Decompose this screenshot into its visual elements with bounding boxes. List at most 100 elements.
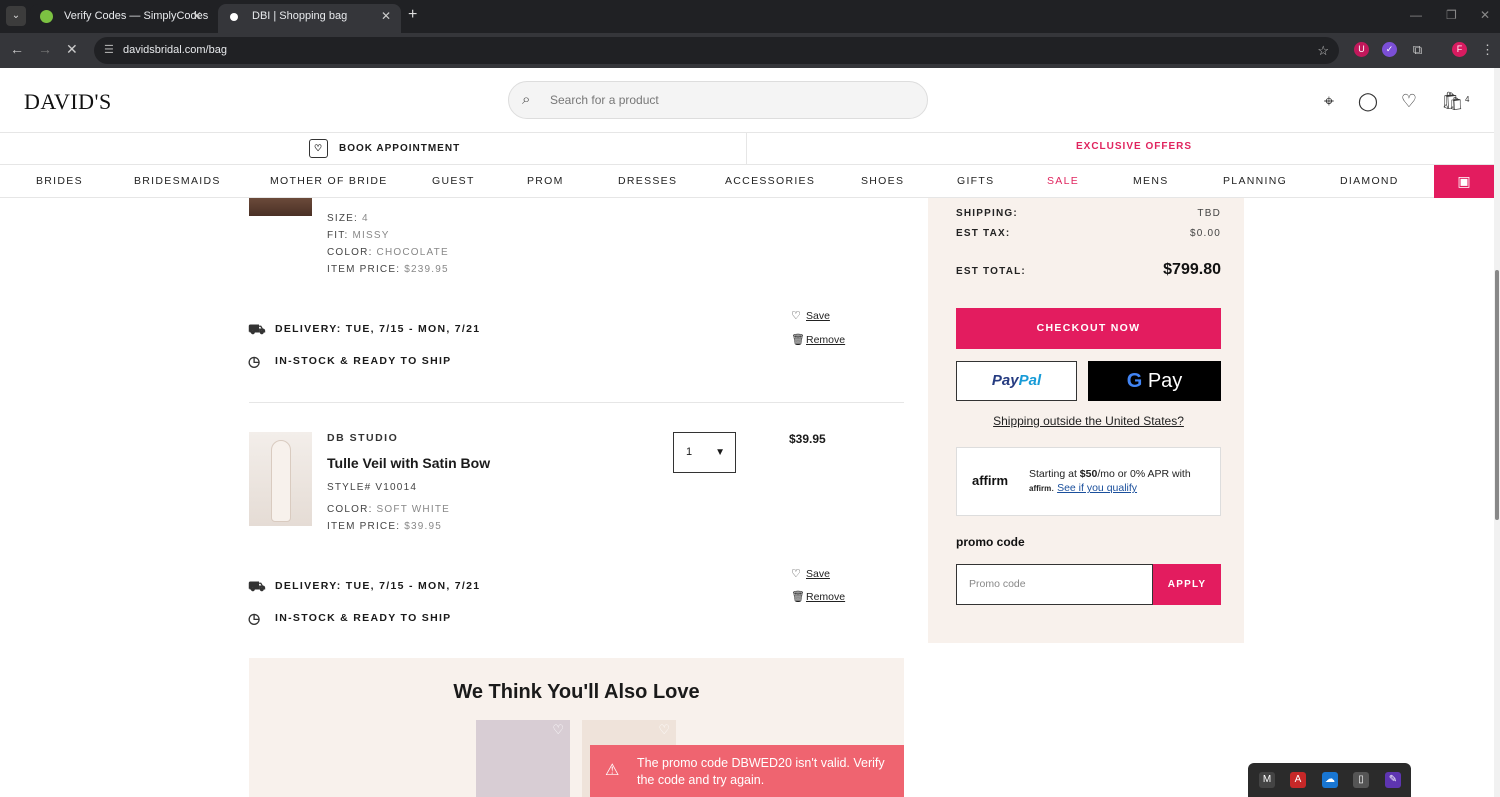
wishlist-heart-icon[interactable]: ♡ (552, 722, 564, 738)
nav-brides[interactable]: BRIDES (36, 175, 83, 187)
item2-name[interactable]: Tulle Veil with Satin Bow (327, 455, 490, 471)
new-tab-button[interactable]: + (408, 6, 417, 24)
promo-subbar: ♡ BOOK APPOINTMENT EXCLUSIVE OFFERS (0, 133, 1497, 165)
main-nav: BRIDES BRIDESMAIDS MOTHER OF BRIDE GUEST… (0, 165, 1497, 198)
nav-sale[interactable]: SALE (1047, 175, 1079, 187)
app-usb-icon[interactable]: ▯ (1353, 772, 1369, 788)
search-input[interactable]: ⌕ Search for a product (508, 81, 928, 119)
toast-message: The promo code DBWED20 isn't valid. Veri… (637, 756, 885, 787)
scrollbar-thumb[interactable] (1495, 270, 1499, 520)
back-icon[interactable]: ← (10, 41, 24, 57)
tab-title: DBI | Shopping bag (252, 10, 348, 22)
tax-row: EST TAX: $0.00 (956, 228, 1221, 239)
appointment-calendar-button[interactable]: ▣ (1434, 165, 1494, 198)
shipping-outside-us-link[interactable]: Shipping outside the United States? (956, 414, 1221, 428)
nav-prom[interactable]: PROM (527, 175, 564, 187)
app-cloud-icon[interactable]: ☁ (1322, 772, 1338, 788)
nav-bridesmaids[interactable]: BRIDESMAIDS (134, 175, 221, 187)
google-pay-button[interactable]: G Pay (1088, 361, 1221, 401)
browser-menu-icon[interactable]: ⋮ (1480, 42, 1495, 57)
shopping-bag-icon[interactable]: 🛍 (1441, 90, 1464, 112)
minimize-icon[interactable]: — (1410, 8, 1422, 22)
item1-fit: FIT: MISSY (327, 230, 390, 241)
checkout-now-button[interactable]: CHECKOUT NOW (956, 308, 1221, 349)
delivery-truck-icon: ⛟ (248, 578, 267, 594)
url-text: davidsbridal.com/bag (123, 44, 227, 56)
delivery-truck-icon: ⛟ (248, 321, 267, 337)
nav-guest[interactable]: GUEST (432, 175, 475, 187)
item2-price: ITEM PRICE: $39.95 (327, 521, 442, 532)
item1-stock-status: ◷ IN-STOCK & READY TO SHIP (248, 353, 452, 369)
wishlist-heart-icon[interactable]: ♡ (1398, 90, 1420, 112)
promo-code-input[interactable]: Promo code (956, 564, 1153, 605)
item-divider (249, 402, 904, 403)
affirm-box: affirm Starting at $50/mo or 0% APR with… (956, 447, 1221, 516)
quantity-select[interactable]: 1 ▼ (673, 432, 736, 473)
item1-color: COLOR: CHOCOLATE (327, 247, 449, 258)
calendar-icon: ♡ (309, 139, 328, 158)
recommendations-title: We Think You'll Also Love (453, 681, 700, 703)
app-m-icon[interactable]: M (1259, 772, 1275, 788)
nav-shoes[interactable]: SHOES (861, 175, 904, 187)
exclusive-offers-link[interactable]: EXCLUSIVE OFFERS (1076, 141, 1192, 152)
app-pen-icon[interactable]: ✎ (1385, 772, 1401, 788)
item1-save-button[interactable]: ♡ Save (791, 309, 830, 323)
extension-shield-icon[interactable]: U (1354, 42, 1369, 57)
nav-mother-of-bride[interactable]: MOTHER OF BRIDE (270, 175, 388, 187)
site-info-icon[interactable]: ☰ (104, 37, 114, 64)
extensions-puzzle-icon[interactable]: ⧉ (1410, 42, 1425, 57)
tab-search-button[interactable]: ⌄ (6, 6, 26, 26)
tab-shopping-bag[interactable]: DBI | Shopping bag ✕ (218, 4, 401, 33)
taskbar-tray: M A ☁ ▯ ✎ (1248, 763, 1411, 797)
item2-brand: DB STUDIO (327, 432, 399, 444)
book-appointment-label: BOOK APPOINTMENT (339, 143, 461, 154)
nav-diamond[interactable]: DIAMOND (1340, 175, 1399, 187)
bag-count-badge: 4 (1465, 95, 1470, 104)
forward-icon[interactable]: → (38, 41, 52, 57)
nav-dresses[interactable]: DRESSES (618, 175, 677, 187)
stop-loading-icon[interactable]: ✕ (66, 41, 78, 58)
profile-avatar[interactable]: F (1452, 42, 1467, 57)
close-tab-icon[interactable]: ✕ (192, 4, 202, 29)
affirm-qualify-link[interactable]: See if you qualify (1057, 482, 1137, 494)
loading-favicon-icon (230, 13, 238, 21)
item1-delivery: ⛟ DELIVERY: TUE, 7/15 - MON, 7/21 (248, 321, 481, 337)
item1-size: SIZE: 4 (327, 213, 369, 224)
nav-planning[interactable]: PLANNING (1223, 175, 1287, 187)
account-icon[interactable]: ◯ (1357, 90, 1379, 112)
maximize-icon[interactable]: ❐ (1446, 8, 1457, 22)
item1-remove-button[interactable]: 🗑 Remove (791, 333, 845, 347)
promo-code-label: promo code (956, 535, 1025, 549)
tab-simplycodes[interactable]: Verify Codes — SimplyCodes ✕ (30, 4, 212, 33)
affirm-text: Starting at $50/mo or 0% APR with affirm… (1029, 468, 1191, 494)
browser-tab-bar: ⌄ Verify Codes — SimplyCodes ✕ DBI | Sho… (0, 0, 1500, 33)
book-appointment-link[interactable]: ♡ BOOK APPOINTMENT (309, 139, 461, 158)
item2-save-button[interactable]: ♡ Save (791, 567, 830, 581)
nav-accessories[interactable]: ACCESSORIES (725, 175, 815, 187)
nav-mens[interactable]: MENS (1133, 175, 1169, 187)
close-window-icon[interactable]: ✕ (1480, 8, 1490, 22)
close-tab-icon[interactable]: ✕ (381, 4, 391, 29)
product-thumbnail-dress[interactable] (249, 198, 312, 216)
extension-simplycodes-icon[interactable]: ✓ (1382, 42, 1397, 57)
product-thumbnail-veil[interactable] (249, 432, 312, 526)
promo-error-toast: ⚠ The promo code DBWED20 isn't valid. Ve… (590, 745, 904, 797)
total-row: EST TOTAL: $799.80 (956, 261, 1221, 278)
app-pdf-icon[interactable]: A (1290, 772, 1306, 788)
item2-color: COLOR: SOFT WHITE (327, 504, 451, 515)
veil-image (271, 440, 291, 522)
bookmark-star-icon[interactable]: ☆ (1317, 37, 1329, 64)
nav-gifts[interactable]: GIFTS (957, 175, 994, 187)
order-summary: SHIPPING: TBD EST TAX: $0.00 EST TOTAL: … (928, 198, 1244, 643)
address-bar: ← → ✕ ☰ davidsbridal.com/bag ☆ U ✓ ⧉ F ⋮ (0, 33, 1500, 68)
url-field[interactable]: ☰ davidsbridal.com/bag ☆ (94, 37, 1339, 64)
site-header: DAVID'S ⌕ Search for a product ⌖ ◯ ♡ 🛍 4 (0, 68, 1497, 133)
paypal-button[interactable]: PayPal (956, 361, 1077, 401)
clock-icon: ◷ (248, 353, 262, 369)
recommended-product-image[interactable]: ♡ (476, 720, 570, 797)
wishlist-heart-icon[interactable]: ♡ (658, 722, 670, 738)
item2-remove-button[interactable]: 🗑 Remove (791, 590, 845, 604)
davids-logo[interactable]: DAVID'S (24, 89, 112, 115)
store-locator-icon[interactable]: ⌖ (1318, 90, 1340, 112)
apply-promo-button[interactable]: APPLY (1153, 564, 1221, 605)
